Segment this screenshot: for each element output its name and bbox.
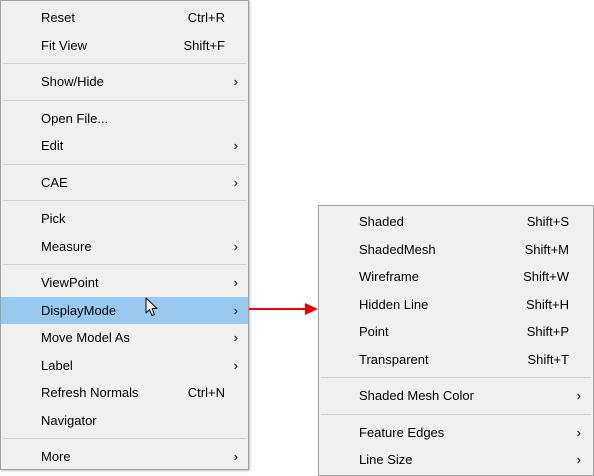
shortcut-text: Shift+H [526,296,569,312]
menu-item-label: Fit View [41,37,87,53]
submenu-item-shaded-mesh-color[interactable]: Shaded Mesh Color › [319,382,593,410]
menu-item-label: Measure [41,238,92,254]
menu-item-edit[interactable]: Edit › [1,132,248,160]
menu-separator [3,99,246,101]
menu-item-label: Point [359,324,389,339]
menu-item-label: ViewPoint [41,275,99,290]
menu-separator [3,200,246,201]
menu-item-label: ShadedMesh [359,241,436,257]
menu-item-label: Line Size [359,452,413,467]
chevron-right-icon: › [576,388,581,403]
shortcut-text: Shift+F [183,37,225,53]
menu-item-label: Shaded Mesh Color [359,388,474,403]
chevron-right-icon: › [233,357,238,373]
shortcut-text: Shift+T [527,351,569,367]
menu-item-label: Open File... [41,110,109,126]
menu-item-move-model-as[interactable]: Move Model As › [1,324,248,352]
chevron-right-icon: › [233,449,238,464]
menu-separator [3,438,246,439]
menu-item-label: DisplayMode [41,302,117,318]
menu-item-viewpoint[interactable]: ViewPoint › [1,269,248,297]
menu-item-open-file[interactable]: Open File... [1,105,248,133]
menu-item-label: Edit [41,138,64,153]
chevron-right-icon: › [233,174,238,190]
menu-item-refresh-normals[interactable]: Refresh Normals Ctrl+N [1,379,248,407]
menu-item-navigator[interactable]: Navigator [1,407,248,435]
submenu-item-shadedmesh[interactable]: ShadedMesh Shift+M [319,236,593,264]
menu-separator [3,63,246,64]
shortcut-text: Ctrl+R [187,10,225,25]
submenu-item-feature-edges[interactable]: Feature Edges › [319,419,593,447]
submenu-item-wireframe[interactable]: Wireframe Shift+W [319,263,593,291]
menu-item-show-hide[interactable]: Show/Hide › [1,68,248,96]
menu-item-label: Pick [41,211,66,226]
shortcut-text: Ctrl+N [187,385,225,400]
menu-separator [3,163,246,165]
chevron-right-icon: › [233,74,238,89]
menu-separator [321,413,591,415]
menu-separator [321,377,591,378]
chevron-right-icon: › [233,238,238,254]
displaymode-submenu: Shaded Shift+S ShadedMesh Shift+M Wirefr… [318,205,594,476]
menu-item-displaymode[interactable]: DisplayMode › [1,296,248,324]
submenu-item-hidden-line[interactable]: Hidden Line Shift+H [319,291,593,319]
shortcut-text: Shift+M [524,241,569,257]
menu-item-more[interactable]: More › [1,443,248,471]
chevron-right-icon: › [576,452,581,467]
menu-item-label: Transparent [359,351,429,367]
menu-item-label[interactable]: Label › [1,352,248,380]
menu-item-label-text: Label [41,357,73,373]
submenu-item-shaded[interactable]: Shaded Shift+S [319,208,593,236]
menu-item-label: CAE [41,174,68,190]
shortcut-text: Shift+S [526,214,569,229]
mouse-cursor-icon [145,297,158,316]
menu-item-label: More [41,449,71,464]
menu-item-label: Feature Edges [359,424,445,440]
chevron-right-icon: › [233,302,238,318]
menu-item-label: Show/Hide [41,74,104,89]
menu-item-measure[interactable]: Measure › [1,233,248,261]
submenu-item-line-size[interactable]: Line Size › [319,446,593,474]
menu-item-label: Shaded [359,214,404,229]
menu-item-label: Reset [41,10,75,25]
menu-item-label: Refresh Normals [41,385,139,400]
chevron-right-icon: › [233,330,238,345]
chevron-right-icon: › [233,275,238,290]
context-menu: Reset Ctrl+R Fit View Shift+F Show/Hide … [0,0,249,470]
submenu-item-transparent[interactable]: Transparent Shift+T [319,346,593,374]
menu-item-reset[interactable]: Reset Ctrl+R [1,4,248,32]
chevron-right-icon: › [233,138,238,153]
menu-item-fit-view[interactable]: Fit View Shift+F [1,32,248,60]
menu-item-pick[interactable]: Pick [1,205,248,233]
menu-item-label: Wireframe [359,269,419,284]
menu-item-cae[interactable]: CAE › [1,169,248,197]
shortcut-text: Shift+P [526,324,569,339]
menu-item-label: Navigator [41,412,97,428]
menu-separator [3,264,246,265]
red-arrow-icon [249,303,318,315]
shortcut-text: Shift+W [523,269,569,284]
submenu-item-point[interactable]: Point Shift+P [319,318,593,346]
chevron-right-icon: › [576,424,581,440]
menu-item-label: Hidden Line [359,296,429,312]
menu-item-label: Move Model As [41,330,130,345]
